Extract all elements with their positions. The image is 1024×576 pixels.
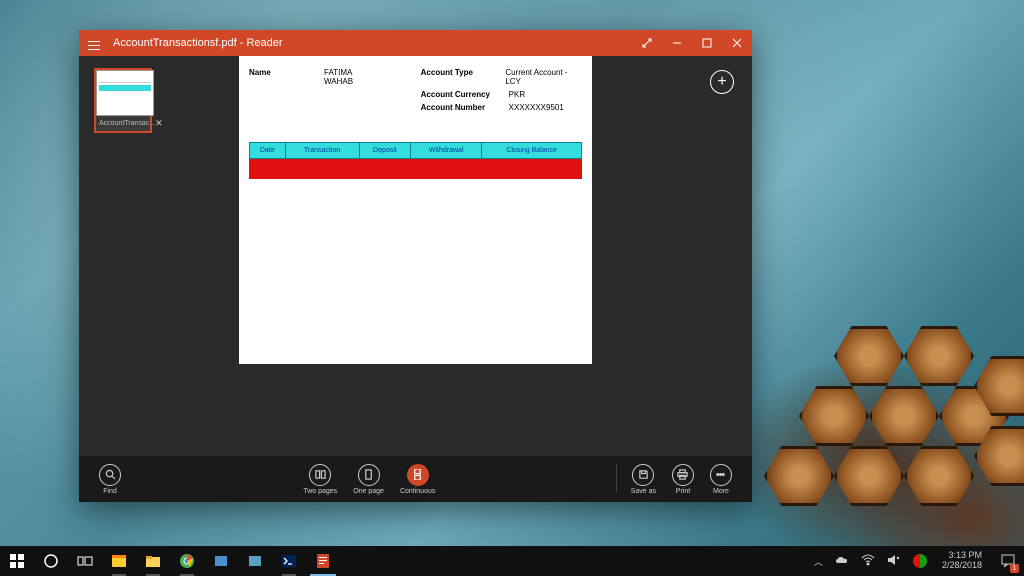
account-type-label: Account Type	[421, 68, 498, 86]
name-label: Name	[249, 68, 316, 86]
find-button[interactable]: Find	[91, 464, 129, 495]
one-page-icon	[358, 464, 380, 486]
account-currency-label: Account Currency	[421, 90, 501, 99]
col-deposit: Deposit	[359, 143, 411, 159]
task-view-button[interactable]	[68, 546, 102, 576]
notification-badge: 1	[1010, 564, 1019, 573]
name-value: FATIMA WAHAB	[324, 68, 381, 86]
thumbnail-panel: AccountTransac... ✕	[94, 68, 152, 133]
more-icon	[710, 464, 732, 486]
one-page-button[interactable]: One page	[345, 464, 392, 495]
taskbar-app2[interactable]	[238, 546, 272, 576]
redacted-bar	[249, 159, 582, 179]
bottom-toolbar: Find Two pages One page Continuous	[79, 456, 752, 502]
desktop-wallpaper: AccountTransactionsf.pdf - Reader	[0, 0, 1024, 576]
save-as-button[interactable]: Save as	[623, 464, 664, 495]
taskbar-explorer[interactable]	[136, 546, 170, 576]
transactions-table: Date Transaction Deposit Withdrawal Clos…	[249, 142, 582, 159]
reader-app-window: AccountTransactionsf.pdf - Reader	[79, 30, 752, 502]
thumbnail-label: AccountTransac...	[99, 120, 155, 127]
more-button[interactable]: More	[702, 464, 740, 495]
maximize-button[interactable]	[692, 30, 722, 56]
account-number-label: Account Number	[421, 103, 501, 112]
col-transaction: Transaction	[285, 143, 359, 159]
taskbar-chrome[interactable]	[170, 546, 204, 576]
titlebar[interactable]: AccountTransactionsf.pdf - Reader	[79, 30, 752, 56]
start-button[interactable]	[0, 546, 34, 576]
tray-onedrive-icon[interactable]	[832, 555, 852, 567]
document-area: AccountTransac... ✕ + Name FATIMA WAHAB	[79, 56, 752, 456]
fullscreen-button[interactable]	[632, 30, 662, 56]
taskbar: ︿ 3:13 PM 2/28/2018 1	[0, 546, 1024, 576]
account-number-value: XXXXXXX9501	[509, 103, 564, 112]
two-pages-icon	[309, 464, 331, 486]
search-icon	[99, 464, 121, 486]
tray-status-icon[interactable]	[910, 554, 930, 568]
taskbar-app1[interactable]	[204, 546, 238, 576]
pdf-page[interactable]: Name FATIMA WAHAB Account Type Current A…	[239, 56, 592, 364]
page-thumbnail[interactable]	[96, 70, 154, 116]
clock-date: 2/28/2018	[942, 561, 982, 571]
taskbar-clock[interactable]: 3:13 PM 2/28/2018	[936, 551, 988, 571]
tray-chevron-icon[interactable]: ︿	[811, 555, 826, 568]
taskbar-browser[interactable]	[102, 546, 136, 576]
add-document-button[interactable]: +	[710, 70, 734, 94]
minimize-button[interactable]	[662, 30, 692, 56]
account-currency-value: PKR	[509, 90, 525, 99]
continuous-button[interactable]: Continuous	[392, 464, 443, 495]
taskbar-powershell[interactable]	[272, 546, 306, 576]
thumbnail-close-icon[interactable]: ✕	[155, 118, 163, 129]
col-withdrawal: Withdrawal	[411, 143, 482, 159]
action-center-button[interactable]: 1	[994, 546, 1022, 576]
tray-wifi-icon[interactable]	[858, 554, 878, 568]
close-button[interactable]	[722, 30, 752, 56]
col-closing-balance: Closing Balance	[482, 143, 582, 159]
taskbar-reader[interactable]	[306, 546, 340, 576]
print-button[interactable]: Print	[664, 464, 702, 495]
tray-volume-icon[interactable]	[884, 554, 904, 568]
menu-button[interactable]	[79, 37, 109, 49]
cortana-button[interactable]	[34, 546, 68, 576]
col-date: Date	[250, 143, 286, 159]
continuous-icon	[407, 464, 429, 486]
account-type-value: Current Account - LCY	[505, 68, 582, 86]
two-pages-button[interactable]: Two pages	[295, 464, 345, 495]
window-title: AccountTransactionsf.pdf - Reader	[109, 37, 632, 49]
print-icon	[672, 464, 694, 486]
save-icon	[632, 464, 654, 486]
